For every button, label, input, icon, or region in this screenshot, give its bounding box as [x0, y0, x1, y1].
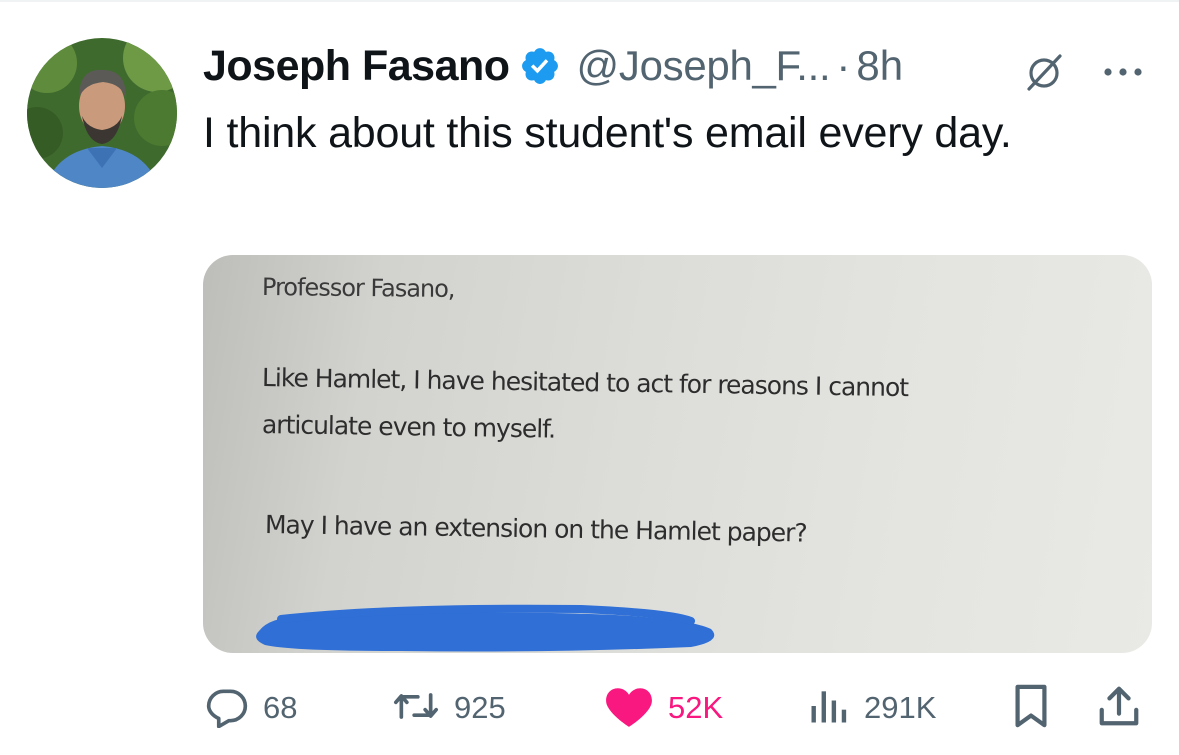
share-button[interactable]	[1097, 680, 1141, 736]
separator-dot: ·	[836, 42, 851, 89]
verified-badge-icon[interactable]	[519, 45, 561, 87]
reply-icon	[205, 684, 249, 733]
bookmark-icon	[1011, 683, 1051, 734]
tweet-text: I think about this student's email every…	[203, 109, 1012, 157]
views-count: 291K	[864, 690, 937, 725]
more-icon[interactable]	[1098, 52, 1148, 92]
views-button[interactable]: 291K	[806, 680, 936, 736]
timestamp[interactable]: 8h	[856, 42, 903, 90]
handle[interactable]: @Joseph_F...	[577, 42, 831, 90]
like-button[interactable]: 52K	[604, 680, 723, 736]
top-divider	[0, 0, 1179, 2]
tweet-media-image[interactable]: Professor Fasano, Like Hamlet, I have he…	[203, 255, 1152, 653]
redaction-scribble	[256, 604, 715, 652]
email-body-line: May I have an extension on the Hamlet pa…	[264, 510, 807, 548]
share-icon	[1097, 683, 1141, 734]
repost-count: 925	[454, 690, 506, 725]
repost-icon	[392, 684, 440, 733]
reply-count: 68	[263, 690, 298, 725]
email-body-line: articulate even to myself.	[261, 410, 556, 444]
email-body-line: Like Hamlet, I have hesitated to act for…	[261, 363, 909, 403]
views-icon	[806, 684, 850, 733]
email-salutation: Professor Fasano,	[261, 273, 455, 304]
action-bar: 68 925 52K 291K	[0, 680, 1179, 740]
reply-button[interactable]: 68	[205, 680, 297, 736]
bookmark-button[interactable]	[1011, 680, 1051, 736]
like-count: 52K	[668, 690, 724, 725]
avatar-photo	[27, 38, 177, 188]
grok-icon[interactable]	[1022, 50, 1066, 94]
avatar[interactable]	[27, 38, 177, 188]
display-name[interactable]: Joseph Fasano	[203, 42, 510, 91]
repost-button[interactable]: 925	[392, 680, 506, 736]
tweet-header: Joseph Fasano @Joseph_F... · 8h	[203, 38, 903, 94]
heart-icon	[604, 683, 654, 734]
